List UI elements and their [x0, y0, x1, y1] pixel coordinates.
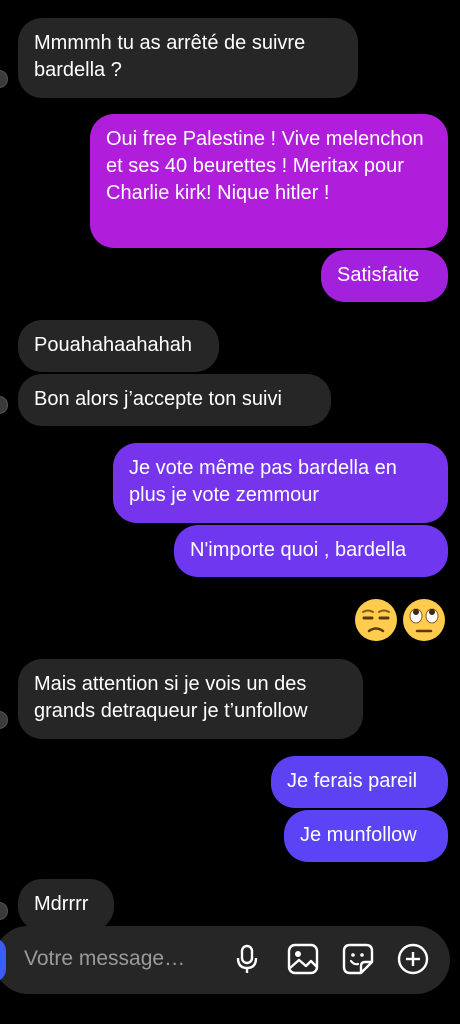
message-incoming[interactable]: Bon alors j’accepte ton suivi: [18, 374, 331, 426]
message-emoji[interactable]: [354, 596, 450, 644]
unamused-face-icon: [355, 599, 397, 641]
message-composer: Votre message…: [0, 926, 450, 994]
message-outgoing[interactable]: Satisfaite: [321, 250, 448, 302]
message-incoming[interactable]: Mais attention si je vois un des grands …: [18, 659, 363, 739]
plus-icon[interactable]: [396, 942, 430, 976]
microphone-icon[interactable]: [230, 942, 264, 976]
message-incoming[interactable]: Pouahahaahahah: [18, 320, 219, 372]
message-outgoing[interactable]: Oui free Palestine ! Vive melenchon et s…: [90, 114, 448, 248]
message-incoming[interactable]: Mmmmh tu as arrêté de suivre bardella ?: [18, 18, 358, 98]
message-incoming[interactable]: Mdrrrr: [18, 879, 114, 931]
eye-roll-face-icon: [403, 599, 445, 641]
message-outgoing[interactable]: Je ferais pareil: [271, 756, 448, 808]
sticker-icon[interactable]: [341, 942, 375, 976]
avatar: [0, 70, 8, 88]
avatar: [0, 902, 8, 920]
message-outgoing[interactable]: Je munfollow: [284, 810, 448, 862]
message-input[interactable]: Votre message…: [24, 947, 185, 971]
message-outgoing[interactable]: Je vote même pas bardella en plus je vot…: [113, 443, 448, 523]
avatar: [0, 711, 8, 729]
camera-icon[interactable]: [0, 938, 6, 982]
avatar: [0, 396, 8, 414]
gallery-icon[interactable]: [286, 942, 320, 976]
message-outgoing[interactable]: N'importe quoi , bardella: [174, 525, 448, 577]
